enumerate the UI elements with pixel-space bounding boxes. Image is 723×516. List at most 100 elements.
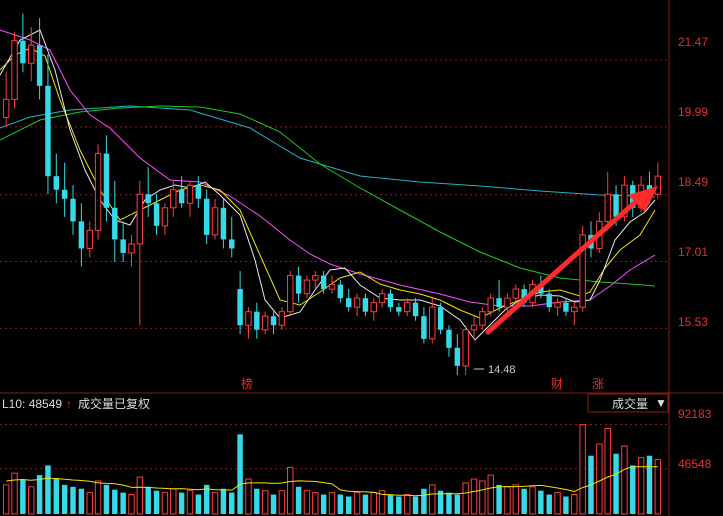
- candle-body: [378, 293, 386, 304]
- volume-bar: [353, 492, 361, 515]
- price-tick-2: 19.99: [678, 105, 708, 119]
- candle-body: [512, 288, 520, 299]
- volume-bar: [136, 476, 144, 515]
- volume-bar: [479, 480, 486, 515]
- candle-body: [328, 284, 336, 290]
- volume-bar: [521, 488, 527, 514]
- candle-body: [254, 311, 260, 330]
- volume-bar: [328, 492, 336, 515]
- volume-bar: [70, 486, 76, 514]
- candle-body: [470, 324, 478, 331]
- volume-bar: [145, 486, 151, 514]
- candle-body: [270, 316, 277, 326]
- volume-bar: [538, 490, 544, 514]
- volume-bar: [120, 492, 126, 514]
- volume-bar: [596, 443, 603, 515]
- candle-body: [103, 153, 110, 208]
- volume-bar: [261, 490, 269, 515]
- chevron-down-icon[interactable]: ▼: [655, 396, 667, 410]
- candle-body: [454, 347, 461, 366]
- candle-body: [61, 189, 68, 199]
- volume-bar: [613, 453, 619, 514]
- candle[interactable]: [287, 271, 294, 317]
- candle-body: [278, 311, 286, 326]
- candle-body: [211, 207, 219, 236]
- volume-bar: [637, 457, 645, 515]
- candle-body: [312, 275, 319, 281]
- candle-body: [245, 311, 252, 326]
- volume-bar: [621, 445, 628, 515]
- volume-bar: [470, 478, 478, 515]
- volume-bar: [86, 492, 93, 515]
- candle-body: [186, 184, 194, 204]
- volume-bar: [421, 488, 427, 514]
- candle-body: [78, 221, 85, 249]
- candle-body: [94, 153, 102, 231]
- volume-bar: [11, 472, 18, 515]
- candle-body: [220, 207, 227, 240]
- candle-body: [396, 307, 402, 312]
- stock-kline-chart[interactable]: 21.47 19.99 18.49 17.01 15.53 14.48 榜 财 …: [0, 0, 723, 516]
- low-price-label: 14.48: [488, 364, 516, 376]
- candle-body: [112, 207, 118, 240]
- candle-body: [429, 306, 436, 340]
- volume-bar: [412, 496, 419, 514]
- candle-body: [287, 275, 294, 313]
- volume-bar: [512, 484, 520, 515]
- candle-body: [86, 229, 93, 249]
- candle-body: [462, 329, 469, 367]
- volume-bar: [345, 496, 352, 514]
- chart-background: [0, 0, 723, 516]
- candle-body: [303, 279, 311, 295]
- volume-tick-2: 46548: [678, 457, 712, 471]
- volume-bar: [579, 424, 586, 515]
- volume-bar: [287, 466, 294, 515]
- volume-bar: [337, 494, 344, 514]
- volume-bar: [454, 494, 461, 514]
- candle-body: [437, 307, 444, 330]
- volume-bar: [254, 488, 260, 514]
- candle[interactable]: [94, 144, 102, 240]
- volume-bar: [128, 494, 135, 515]
- volume-selector-label[interactable]: 成交量: [612, 396, 648, 411]
- candle-body: [403, 302, 411, 313]
- candle-body: [487, 297, 494, 313]
- volume-ma-readout: L10: 48549: [2, 397, 62, 411]
- event-tag-zhang[interactable]: 涨: [592, 376, 604, 391]
- volume-bar: [245, 478, 252, 515]
- volume-bar: [211, 492, 219, 515]
- volume-bar: [646, 455, 653, 514]
- volume-bar: [186, 490, 194, 515]
- candle-body: [387, 293, 394, 308]
- candle-body: [145, 194, 151, 204]
- candle[interactable]: [11, 31, 18, 109]
- candle-body: [229, 239, 235, 249]
- volume-bar: [554, 492, 561, 515]
- event-tag-bang[interactable]: 榜: [241, 376, 253, 391]
- volume-bar: [153, 490, 160, 514]
- candle-body: [2, 98, 10, 118]
- candle-body: [370, 302, 377, 313]
- candle-body: [45, 85, 51, 177]
- candle-body: [546, 293, 552, 308]
- volume-selector[interactable]: 成交量 ▼: [587, 393, 669, 413]
- candle-body: [613, 194, 619, 217]
- candle-body: [237, 289, 243, 326]
- candle-body: [261, 315, 269, 331]
- price-tick-4: 17.01: [678, 245, 708, 259]
- volume-bar: [362, 494, 369, 514]
- candle-body: [412, 302, 419, 317]
- candle-body: [604, 193, 611, 222]
- volume-bar: [571, 494, 578, 515]
- event-tag-cai[interactable]: 财: [551, 377, 563, 391]
- candle-body: [128, 243, 135, 254]
- candle[interactable]: [437, 302, 444, 335]
- candle-body: [70, 198, 76, 222]
- candle-body: [345, 298, 352, 308]
- volume-bar: [429, 484, 436, 515]
- candle-body: [11, 40, 18, 100]
- candle[interactable]: [579, 225, 586, 312]
- candle-body: [170, 189, 177, 209]
- price-tick-1: 21.47: [678, 35, 708, 49]
- candle-body: [421, 316, 427, 339]
